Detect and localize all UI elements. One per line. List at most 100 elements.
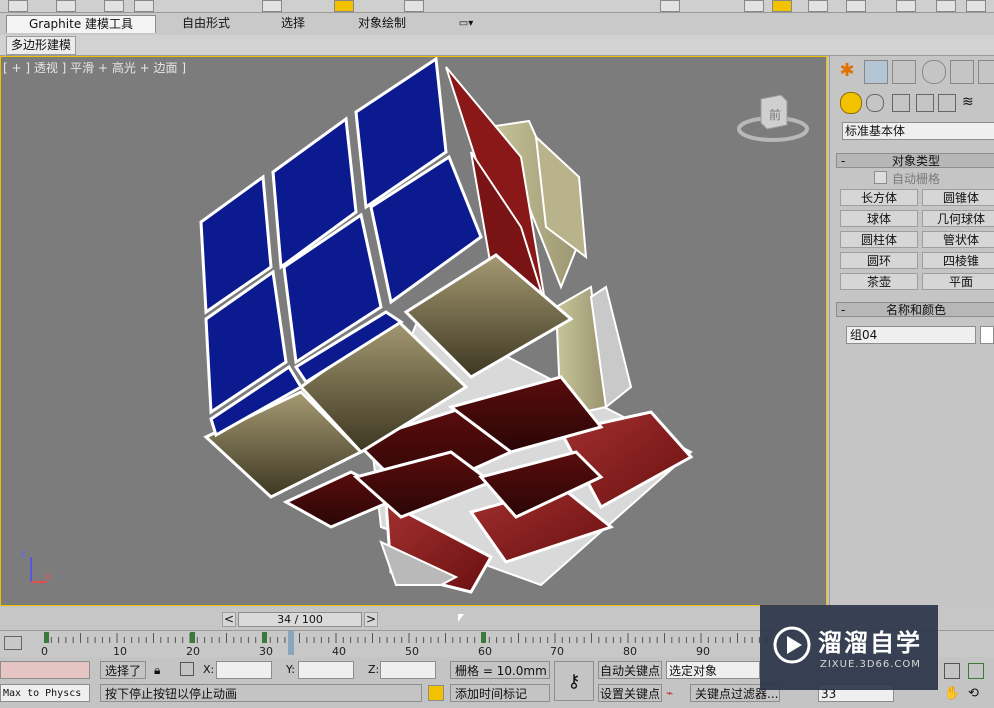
viewcube-icon: 前 <box>737 94 809 142</box>
tab-selection[interactable]: 选择 <box>262 15 324 32</box>
y-label: Y: <box>286 663 295 676</box>
autogrid-label: 自动栅格 <box>892 172 941 186</box>
grid-size-display: 栅格 = 10.0mm <box>450 661 550 679</box>
layer-icon[interactable] <box>808 0 828 12</box>
maxscript-listener-top[interactable] <box>0 661 90 679</box>
motion-tab-icon[interactable] <box>922 60 946 84</box>
viewcube[interactable]: 前 <box>737 87 809 147</box>
key-selection-dropdown[interactable]: 选定对象 <box>666 661 760 679</box>
create-tab-icon[interactable]: ✱ <box>836 60 858 82</box>
x-coordinate-field[interactable] <box>216 661 272 679</box>
select-arrow-icon[interactable] <box>8 0 28 12</box>
object-type-title: 对象类型 <box>891 154 940 168</box>
watermark-brand: 溜溜自学 <box>818 629 922 657</box>
time-tag-icon[interactable] <box>428 685 444 701</box>
name-color-title: 名称和颜色 <box>885 303 946 317</box>
track-bar-ticks <box>44 633 768 643</box>
tube-button[interactable]: 管状体 <box>922 231 994 248</box>
name-color-rollout-header[interactable]: - 名称和颜色 <box>836 302 994 317</box>
lights-icon[interactable] <box>892 94 910 112</box>
set-key-button[interactable]: 设置关键点 <box>598 684 662 702</box>
hierarchy-tab-icon[interactable] <box>892 60 916 84</box>
teapot-button[interactable]: 茶壶 <box>840 273 918 290</box>
selection-count: 选择了 <box>100 661 146 679</box>
collapse-icon: - <box>841 154 846 168</box>
field-of-view-icon[interactable] <box>968 663 984 679</box>
modify-tab-icon[interactable] <box>864 60 888 84</box>
y-coordinate-field[interactable] <box>298 661 354 679</box>
time-slider-thumb[interactable]: 34 / 100 <box>238 612 362 627</box>
add-time-tag-button[interactable]: 添加时间标记 <box>450 684 550 702</box>
helpers-icon[interactable] <box>938 94 956 112</box>
axis-z-label: z <box>20 549 25 560</box>
primitive-type-value: 标准基本体 <box>845 124 906 138</box>
keyframe-marker[interactable] <box>190 632 195 643</box>
torus-button[interactable]: 圆环 <box>840 252 918 269</box>
collapse-icon: - <box>841 303 846 317</box>
cylinder-button[interactable]: 圆柱体 <box>840 231 918 248</box>
autogrid-checkbox[interactable] <box>874 171 887 184</box>
watermark-url: ZIXUE.3D66.COM <box>820 659 921 670</box>
time-cursor[interactable] <box>288 631 294 655</box>
ribbon-options-dropdown-icon[interactable]: ▭▾ <box>452 15 480 32</box>
play-logo-icon <box>773 626 811 664</box>
sphere-button[interactable]: 球体 <box>840 210 918 227</box>
maxscript-input[interactable]: Max to Physcs ( <box>0 684 90 702</box>
orbit-icon[interactable]: ⟲ <box>968 686 979 701</box>
set-key-icon[interactable]: ⚷ <box>554 661 594 701</box>
utilities-tab-icon[interactable] <box>978 60 994 84</box>
keyframe-marker[interactable] <box>44 632 49 643</box>
z-label: Z: <box>368 663 380 676</box>
cameras-icon[interactable] <box>916 94 934 112</box>
tab-graphite[interactable]: Graphite 建模工具 <box>6 15 156 33</box>
named-selection-icon[interactable] <box>660 0 680 12</box>
keyframe-marker[interactable] <box>262 632 267 643</box>
time-next-button[interactable]: > <box>364 612 378 627</box>
z-coordinate-field[interactable] <box>380 661 436 679</box>
key-mode-icon[interactable]: ⌁ <box>666 686 673 700</box>
viewcube-front-label: 前 <box>769 107 781 122</box>
plane-button[interactable]: 平面 <box>922 273 994 290</box>
select-region-icon[interactable] <box>56 0 76 12</box>
curve-editor-icon[interactable] <box>846 0 866 12</box>
zoom-extents-icon[interactable] <box>944 663 960 679</box>
box-button[interactable]: 长方体 <box>840 189 918 206</box>
snap-icon[interactable] <box>404 0 424 12</box>
move-icon[interactable] <box>104 0 124 12</box>
object-color-swatch[interactable] <box>980 326 994 344</box>
display-tab-icon[interactable] <box>950 60 974 84</box>
auto-key-button[interactable]: 自动关键点 <box>598 661 662 679</box>
watermark: 溜溜自学 ZIXUE.3D66.COM <box>760 605 938 690</box>
render-setup-icon[interactable] <box>936 0 956 12</box>
pyramid-button[interactable]: 四棱锥 <box>922 252 994 269</box>
absolute-mode-icon[interactable] <box>180 662 194 676</box>
keyframe-marker[interactable] <box>481 632 486 643</box>
perspective-viewport[interactable]: [ + ] 透视 ] 平滑 + 高光 + 边面 ] x z 前 <box>0 56 827 606</box>
tab-object-paint[interactable]: 对象绘制 <box>340 15 424 32</box>
active-tool-icon[interactable] <box>334 0 354 12</box>
geometry-icon[interactable] <box>840 92 862 114</box>
rotate-icon[interactable] <box>134 0 154 12</box>
align-icon[interactable] <box>772 0 792 12</box>
object-type-rollout-header[interactable]: - 对象类型 <box>836 153 994 168</box>
polygon-modeling-tab[interactable]: 多边形建模 <box>6 36 77 55</box>
render-icon[interactable] <box>966 0 986 12</box>
material-editor-icon[interactable] <box>896 0 916 12</box>
lock-icon[interactable]: 🔒︎ <box>154 663 160 678</box>
track-bar-toggle-icon[interactable] <box>4 636 22 650</box>
ribbon: Graphite 建模工具 自由形式 选择 对象绘制 ▭▾ <box>0 13 994 36</box>
time-prev-button[interactable]: < <box>222 612 236 627</box>
mirror-icon[interactable] <box>744 0 764 12</box>
link-icon[interactable] <box>262 0 282 12</box>
ribbon-panel-bar: 多边形建模 <box>0 35 994 56</box>
tab-freeform[interactable]: 自由形式 <box>164 15 248 32</box>
object-name-input[interactable]: 组04 <box>846 326 976 344</box>
rubiks-cube-model[interactable]: x z <box>1 57 827 606</box>
cone-button[interactable]: 圆锥体 <box>922 189 994 206</box>
pan-icon[interactable]: ✋ <box>944 686 960 701</box>
geosphere-button[interactable]: 几何球体 <box>922 210 994 227</box>
primitive-type-dropdown[interactable]: 标准基本体 <box>842 122 994 140</box>
shapes-icon[interactable] <box>866 94 884 112</box>
spacewarps-icon[interactable]: ≋ <box>962 94 978 110</box>
mouse-cursor-icon <box>458 614 464 622</box>
